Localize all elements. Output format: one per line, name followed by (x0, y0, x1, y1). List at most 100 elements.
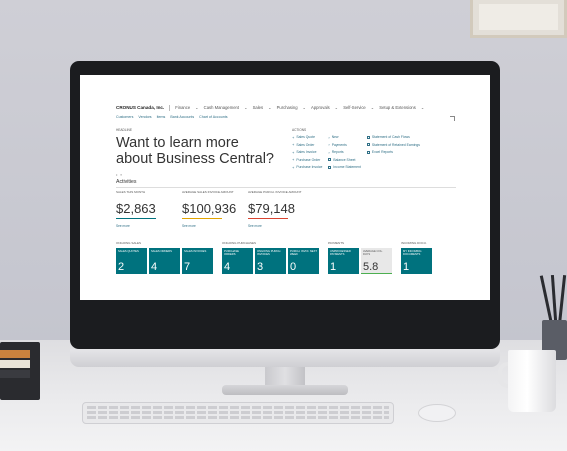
tile-label: PURCHASE ORDERS (224, 250, 239, 257)
action-label: Sales Quote (296, 135, 316, 139)
report-icon (366, 143, 370, 147)
action-label: Statement of Retained Earnings (371, 142, 420, 147)
action-purchase-invoice[interactable]: + Purchase Invoice (292, 165, 322, 169)
chevron-down-icon: ⌄ (420, 105, 425, 110)
subnav-bank-accounts[interactable]: Bank Accounts (170, 115, 194, 119)
tile-ongoing-purch-invoices[interactable]: ONGOING PURCH. INVOICES 3 (255, 248, 286, 274)
headline-pager-dots[interactable]: • ▪ (116, 172, 123, 177)
company-name[interactable]: CRONUS Canada, Inc. (116, 105, 164, 110)
nav-purchasing[interactable]: Purchasing (277, 105, 298, 110)
tile-value: 7 (184, 261, 191, 273)
nav-setup-extensions[interactable]: Setup & Extensions (379, 105, 416, 110)
report-icon (366, 150, 370, 154)
subnav-vendors[interactable]: Vendors (138, 115, 151, 119)
tile-value: 1 (403, 261, 410, 273)
tile-label: MY INCOMING DOCUMENTS (403, 250, 422, 257)
tile-sales-orders[interactable]: SALES ORDERS 4 (149, 248, 180, 274)
top-navigation: CRONUS Canada, Inc. Finance ⌄ Cash Manage… (116, 103, 424, 112)
tile-value: 3 (257, 261, 264, 273)
kpi-label: AVERAGE PURCH. INVOICE AMOUNT (248, 190, 302, 194)
key-row (87, 411, 389, 414)
kpi-average-purch-invoice: AVERAGE PURCH. INVOICE AMOUNT $79,148 Se… (248, 190, 314, 228)
group-label-ongoing-sales: ONGOING SALES (116, 241, 142, 245)
tile-value: 2 (118, 261, 125, 273)
chevron-right-icon: › (328, 149, 330, 155)
key-row (87, 416, 389, 419)
action-label: Income Statement (333, 165, 361, 170)
book (0, 350, 30, 358)
nav-sales[interactable]: Sales (253, 105, 263, 110)
key-row (87, 406, 389, 409)
action-sales-invoice[interactable]: + Sales Invoice (292, 150, 322, 154)
action-label: Sales Order (296, 142, 315, 147)
tile-purch-invoices-next-week[interactable]: PURCH. INVOI. NEXT WEEK 0 (288, 248, 319, 274)
action-income-statement[interactable]: Income Statement (328, 165, 361, 169)
sub-navigation: Customers Vendors Items Bank Accounts Ch… (116, 115, 228, 119)
picture-frame (470, 0, 567, 38)
kpi-sales-this-month: SALES THIS MONTH $2,863 See more (116, 190, 182, 228)
action-label: Purchase Invoice (296, 165, 323, 170)
headline-label: HEADLINE (116, 128, 132, 132)
chevron-down-icon: ⌄ (370, 105, 375, 110)
subnav-items[interactable]: Items (157, 115, 166, 119)
tile-value: 1 (330, 261, 337, 273)
coffee-mug (508, 350, 556, 412)
activities-title: Activities (116, 179, 137, 185)
nav-self-service[interactable]: Self-Service (343, 105, 366, 110)
screen: CRONUS Canada, Inc. Finance ⌄ Cash Manage… (80, 75, 490, 300)
nav-separator (169, 104, 171, 111)
action-sales-quote[interactable]: + Sales Quote (292, 135, 322, 139)
tile-value: 5.8 (363, 261, 379, 273)
action-payments[interactable]: › Payments (328, 143, 361, 147)
action-excel-reports[interactable]: Excel Reports (366, 150, 420, 154)
tile-sales-invoices[interactable]: SALES INVOICES 7 (182, 248, 213, 274)
tile-label: SALES ORDERS (151, 250, 172, 253)
chevron-down-icon: ⌄ (302, 105, 307, 110)
book (0, 360, 30, 368)
action-statement-of-cash-flows[interactable]: Statement of Cash Flows (366, 135, 420, 139)
monitor-stand (265, 367, 305, 387)
keyboard (82, 402, 394, 424)
headline: Want to learn more about Business Centra… (116, 135, 274, 167)
kpi-label: SALES THIS MONTH (116, 190, 146, 194)
nav-approvals[interactable]: Approvals (311, 105, 330, 110)
kpi-value[interactable]: $2,863 (116, 201, 182, 216)
action-statement-of-retained-earnings[interactable]: Statement of Retained Earnings (366, 142, 420, 147)
action-new[interactable]: › New (328, 135, 361, 139)
see-more-link[interactable]: See more (116, 224, 182, 228)
group-label-ongoing-purchases: ONGOING PURCHASES (222, 241, 257, 245)
group-label-incoming-documents: INCOMING DOCU. (401, 241, 427, 245)
tile-unprocessed-payments[interactable]: UNPROCESSED PAYMENTS 1 (328, 248, 359, 274)
kpi-bar (116, 218, 156, 220)
action-purchase-order[interactable]: + Purchase Order (292, 158, 322, 162)
nav-cash-management[interactable]: Cash Management (204, 105, 239, 110)
action-sales-order[interactable]: + Sales Order (292, 143, 322, 147)
report-icon (328, 165, 332, 169)
tile-average-collection-days[interactable]: AVERAGE COL. DAYS 5.8 (361, 248, 392, 274)
action-balance-sheet[interactable]: Balance Sheet (328, 158, 361, 162)
status-stripe (361, 272, 392, 274)
subnav-chart-of-accounts[interactable]: Chart of Accounts (199, 115, 227, 119)
action-label: Reports (331, 150, 344, 155)
tile-my-incoming-documents[interactable]: MY INCOMING DOCUMENTS 1 (401, 248, 432, 274)
action-reports[interactable]: › Reports (328, 150, 361, 154)
tile-label: SALES INVOICES (184, 250, 207, 253)
report-icon (366, 135, 370, 139)
tile-sales-quotes[interactable]: SALES QUOTES 2 (116, 248, 147, 274)
business-central-app: CRONUS Canada, Inc. Finance ⌄ Cash Manage… (80, 75, 490, 300)
subnav-customers[interactable]: Customers (116, 115, 133, 119)
kpi-value[interactable]: $100,936 (182, 201, 248, 216)
kpi-average-sales-invoice: AVERAGE SALES INVOICE AMOUNT $100,936 Se… (182, 190, 248, 228)
see-more-link[interactable]: See more (182, 224, 248, 228)
chevron-down-icon: ⌄ (334, 105, 339, 110)
kpi-value[interactable]: $79,148 (248, 201, 314, 216)
tile-purchase-orders[interactable]: PURCHASE ORDERS 4 (222, 248, 253, 274)
nav-finance[interactable]: Finance (175, 105, 190, 110)
tile-label: ONGOING PURCH. INVOICES (257, 250, 282, 257)
expand-icon[interactable] (450, 116, 455, 121)
chevron-down-icon: ⌄ (244, 105, 248, 110)
see-more-link[interactable]: See more (248, 224, 314, 228)
mouse (418, 404, 456, 422)
chevron-down-icon: ⌄ (195, 105, 199, 110)
actions-panel: + Sales Quote + Sales Order + Sales Invoice… (292, 135, 420, 169)
